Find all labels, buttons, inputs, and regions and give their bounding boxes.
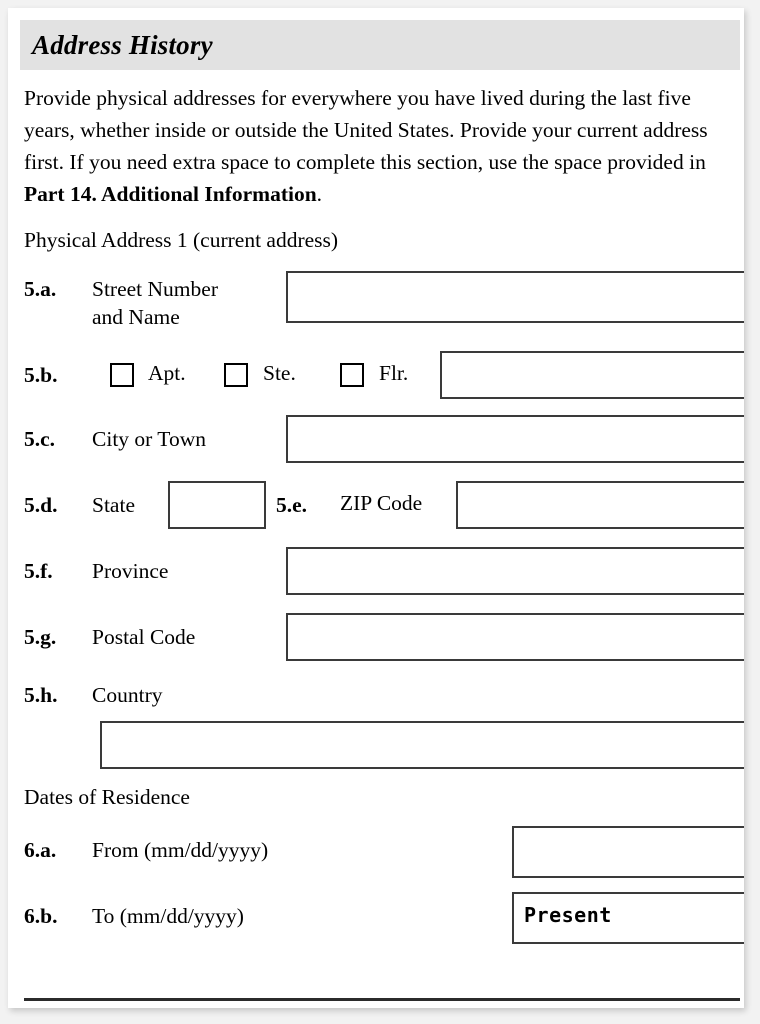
field-label-zip: ZIP Code	[340, 491, 423, 515]
unit-number-input[interactable]	[440, 351, 744, 399]
instructions-period: .	[316, 182, 323, 206]
postal-input[interactable]	[286, 613, 744, 661]
field-row-postal: 5.g. Postal Code	[20, 613, 744, 679]
physical-address-subheading: Physical Address 1 (current address)	[24, 228, 339, 252]
field-label-date-to: To (mm/dd/yyyy)	[92, 904, 244, 928]
form-content: Address History Provide physical address…	[20, 20, 744, 1001]
date-from-input[interactable]	[512, 826, 744, 878]
instructions-part-reference: Part 14. Additional Information	[24, 182, 317, 206]
country-input[interactable]	[100, 721, 744, 769]
field-row-date-to: 6.b. To (mm/dd/yyyy) Present	[20, 892, 744, 958]
zip-input[interactable]	[456, 481, 744, 529]
field-number-5g: 5.g.	[24, 625, 57, 649]
field-number-6b: 6.b.	[24, 904, 58, 928]
field-number-5a: 5.a.	[24, 277, 57, 301]
field-label-city: City or Town	[92, 427, 206, 451]
field-number-5d: 5.d.	[24, 493, 58, 517]
field-number-5c: 5.c.	[24, 427, 56, 451]
field-row-date-from: 6.a. From (mm/dd/yyyy)	[20, 826, 744, 892]
section-header: Address History	[20, 20, 740, 70]
field-label-postal: Postal Code	[92, 625, 196, 649]
province-input[interactable]	[286, 547, 744, 595]
field-label-country: Country	[92, 683, 163, 707]
city-input[interactable]	[286, 415, 744, 463]
date-to-input-value: Present	[524, 903, 612, 927]
field-number-6a: 6.a.	[24, 838, 57, 862]
checkbox-label-ste: Ste.	[263, 361, 296, 385]
checkbox-flr[interactable]	[340, 363, 364, 387]
instructions-line-1: Provide physical addresses for everywher…	[24, 86, 524, 110]
field-row-street: 5.a. Street Number and Name	[20, 271, 744, 349]
checkbox-label-flr: Flr.	[379, 361, 409, 385]
date-to-input[interactable]: Present	[512, 892, 744, 944]
checkbox-label-apt: Apt.	[148, 361, 186, 385]
field-row-province: 5.f. Province	[20, 547, 744, 613]
field-number-5f: 5.f.	[24, 559, 53, 583]
page-title: Address History	[32, 29, 213, 60]
state-input[interactable]	[168, 481, 266, 529]
field-label-state: State	[92, 493, 135, 517]
checkbox-ste[interactable]	[224, 363, 248, 387]
street-input[interactable]	[286, 271, 744, 323]
field-label-date-from: From (mm/dd/yyyy)	[92, 838, 269, 862]
field-number-5b: 5.b.	[24, 363, 58, 387]
field-row-country: 5.h. Country	[20, 679, 744, 775]
field-label-province: Province	[92, 559, 169, 583]
section-divider	[24, 998, 740, 1001]
instructions-line-4: space to complete this section, use the …	[221, 150, 706, 174]
field-label-street: Street Number and Name	[92, 277, 218, 329]
field-row-unit: 5.b. Apt. Ste. Flr.	[20, 349, 744, 415]
field-number-5h: 5.h.	[24, 683, 58, 707]
field-row-state-zip: 5.d. State 5.e. ZIP Code	[20, 481, 744, 547]
section-instructions: Provide physical addresses for everywher…	[20, 82, 730, 210]
field-row-city: 5.c. City or Town	[20, 415, 744, 481]
dates-of-residence-heading: Dates of Residence	[24, 785, 190, 809]
form-page: Address History Provide physical address…	[8, 8, 744, 1008]
field-number-5e: 5.e.	[276, 493, 308, 517]
checkbox-apt[interactable]	[110, 363, 134, 387]
